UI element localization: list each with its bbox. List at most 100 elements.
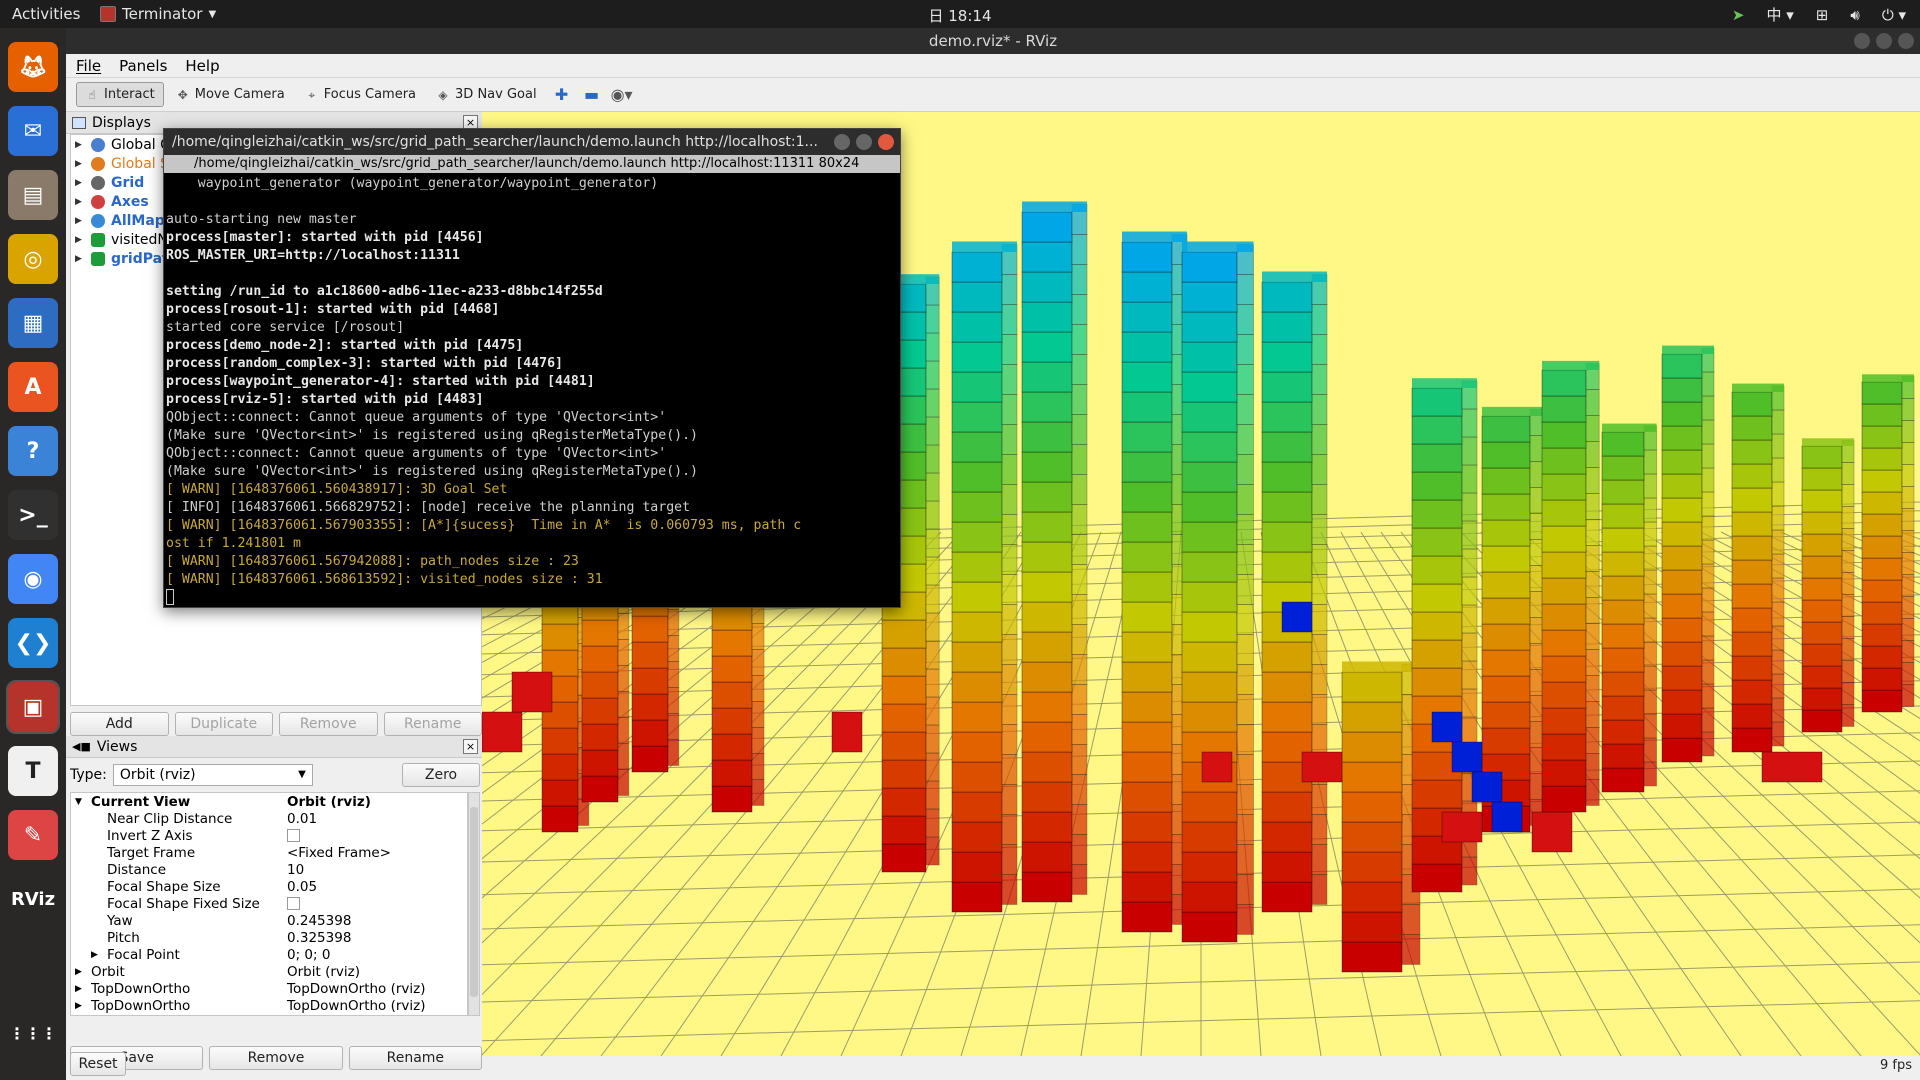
view-property-row[interactable]: Yaw 0.245398 [71, 912, 467, 929]
rename-view-button[interactable]: Rename [348, 1046, 482, 1070]
view-property-row[interactable]: Target Frame <Fixed Frame> [71, 844, 467, 861]
view-property-value[interactable]: TopDownOrtho (rviz) [287, 998, 426, 1014]
rviz-icon[interactable]: RViz [8, 874, 58, 924]
minimize-icon[interactable] [1854, 33, 1870, 49]
expand-arrow-icon[interactable]: ▶ [75, 216, 85, 226]
close-icon[interactable] [878, 134, 894, 150]
view-property-value[interactable]: 0.01 [287, 811, 317, 827]
expand-arrow-icon[interactable]: ▶ [91, 950, 103, 960]
view-property-value[interactable]: 0; 0; 0 [287, 947, 330, 963]
reset-button[interactable]: Reset [70, 1052, 126, 1076]
thunderbird-icon[interactable]: ✉ [8, 106, 58, 156]
view-property-value[interactable]: Orbit (rviz) [287, 794, 371, 810]
remove-tool-icon[interactable]: ▬ [579, 85, 605, 104]
view-property-row[interactable]: Focal Shape Size 0.05 [71, 878, 467, 895]
close-icon[interactable] [1898, 33, 1914, 49]
rhythmbox-icon[interactable]: ◎ [8, 234, 58, 284]
power-icon[interactable]: ⏻ ▾ [1882, 6, 1906, 24]
views-scrollbar[interactable] [468, 792, 480, 1016]
view-property-value[interactable]: Orbit (rviz) [287, 964, 360, 980]
expand-arrow-icon[interactable]: ▶ [75, 159, 85, 169]
network-icon[interactable]: ⊞ [1816, 6, 1829, 24]
expand-arrow-icon[interactable]: ▶ [75, 178, 85, 188]
software-center-icon[interactable]: A [8, 362, 58, 412]
add-display-button[interactable]: Add [70, 712, 169, 736]
expand-arrow-icon[interactable]: ▶ [75, 1001, 87, 1011]
maximize-icon[interactable] [856, 134, 872, 150]
view-property-value[interactable]: <Fixed Frame> [287, 845, 391, 861]
chrome-icon[interactable]: ◉ [8, 554, 58, 604]
expand-arrow-icon[interactable]: ▶ [75, 254, 85, 264]
menu-panels[interactable]: Panels [119, 57, 167, 75]
rename-display-button[interactable]: Rename [383, 712, 482, 736]
view-property-row[interactable]: Focal Shape Fixed Size [71, 895, 467, 912]
expand-arrow-icon[interactable]: ▼ [75, 797, 87, 807]
remove-view-button[interactable]: Remove [209, 1046, 343, 1070]
view-property-row[interactable]: ▶ Orbit Orbit (rviz) [71, 963, 467, 980]
view-type-select[interactable]: Orbit (rviz) ▼ [112, 764, 313, 786]
help-icon[interactable]: ? [8, 426, 58, 476]
view-property-key: Orbit [91, 963, 125, 980]
terminal-line: waypoint_generator (waypoint_generator/w… [166, 176, 659, 191]
remove-display-button[interactable]: Remove [279, 712, 378, 736]
terminal-icon[interactable]: >_ [8, 490, 58, 540]
vscode-icon[interactable]: ❮❯ [8, 618, 58, 668]
add-tool-icon[interactable]: ✚ [549, 85, 575, 104]
minimize-icon[interactable] [834, 134, 850, 150]
view-property-row[interactable]: ▶ Focal Point 0; 0; 0 [71, 946, 467, 963]
view-property-key: Focal Shape Fixed Size [107, 895, 260, 912]
view-property-row[interactable]: ▶ TopDownOrtho TopDownOrtho (rviz) [71, 997, 467, 1014]
files-icon[interactable]: ▤ [8, 170, 58, 220]
checkbox[interactable] [287, 829, 300, 842]
firefox-icon[interactable]: 🦊︎ [8, 42, 58, 92]
tool-interact[interactable]: ☝ Interact [76, 82, 164, 107]
view-property-row[interactable]: ▼ Current View Orbit (rviz) [71, 793, 467, 810]
menu-file[interactable]: File [76, 57, 101, 75]
duplicate-display-button[interactable]: Duplicate [174, 712, 273, 736]
view-property-value[interactable]: 0.325398 [287, 930, 351, 946]
terminal-output[interactable]: waypoint_generator (waypoint_generator/w… [164, 173, 900, 605]
view-property-value[interactable]: 0.05 [287, 879, 317, 895]
libreoffice-writer-icon[interactable]: ▦ [8, 298, 58, 348]
maximize-icon[interactable] [1876, 33, 1892, 49]
terminal-line: setting /run_id to a1c18600-adb6-11ec-a2… [166, 284, 603, 299]
tool-move-camera[interactable]: ✥ Move Camera [168, 83, 293, 106]
send-icon[interactable]: ➤ [1732, 6, 1745, 24]
typora-icon[interactable]: T [8, 746, 58, 796]
tools-toolbar: ☝ Interact ✥ Move Camera ⌖ Focus Camera … [66, 78, 1920, 112]
app-menu[interactable]: Terminator ▼ [100, 5, 216, 23]
view-property-row[interactable]: Pitch 0.325398 [71, 929, 467, 946]
view-property-row[interactable]: Invert Z Axis [71, 827, 467, 844]
expand-arrow-icon[interactable]: ▶ [75, 967, 87, 977]
expand-arrow-icon[interactable]: ▶ [75, 197, 85, 207]
close-icon[interactable]: × [463, 739, 478, 754]
view-property-row[interactable]: Near Clip Distance 0.01 [71, 810, 467, 827]
view-property-value[interactable]: 10 [287, 862, 304, 878]
expand-arrow-icon[interactable]: ▶ [75, 140, 85, 150]
activities-button[interactable]: Activities [12, 5, 80, 23]
tool-3d-nav-goal[interactable]: ◈ 3D Nav Goal [428, 83, 545, 106]
input-method-indicator[interactable]: 中 ▾ [1766, 4, 1793, 25]
view-property-row[interactable]: Distance 10 [71, 861, 467, 878]
camera-type-icon[interactable]: ◉▾ [609, 85, 635, 104]
expand-arrow-icon[interactable]: ▶ [75, 984, 87, 994]
rviz-titlebar[interactable]: demo.rviz* - RViz [66, 28, 1920, 54]
tool-focus-camera[interactable]: ⌖ Focus Camera [297, 83, 424, 106]
expand-arrow-icon[interactable]: ▶ [75, 235, 85, 245]
xournal-icon[interactable]: ✎ [8, 810, 58, 860]
checkbox[interactable] [287, 897, 300, 910]
pointcloud-icon [91, 213, 105, 228]
show-apps-icon[interactable]: ⋮⋮⋮ [8, 1008, 58, 1058]
volume-icon[interactable]: 🔊︎ [1850, 6, 1859, 24]
terminal-titlebar[interactable]: /home/qingleizhai/catkin_ws/src/grid_pat… [164, 129, 900, 155]
views-property-tree[interactable]: ▼ Current View Orbit (rviz) Near Clip Dista… [70, 792, 468, 1016]
terminator-icon[interactable]: ▣ [6, 680, 60, 734]
clock[interactable]: 日 18:14 [929, 5, 992, 26]
view-property-value[interactable]: 0.245398 [287, 913, 351, 929]
view-property-value[interactable]: TopDownOrtho (rviz) [287, 981, 426, 997]
view-property-row[interactable]: ▶ TopDownOrtho TopDownOrtho (rviz) [71, 980, 467, 997]
terminal-line: process[random_complex-3]: started with … [166, 356, 563, 371]
zero-button[interactable]: Zero [402, 763, 480, 787]
menu-help[interactable]: Help [185, 57, 219, 75]
terminal-tab-bar[interactable]: /home/qingleizhai/catkin_ws/src/grid_pat… [164, 155, 900, 173]
